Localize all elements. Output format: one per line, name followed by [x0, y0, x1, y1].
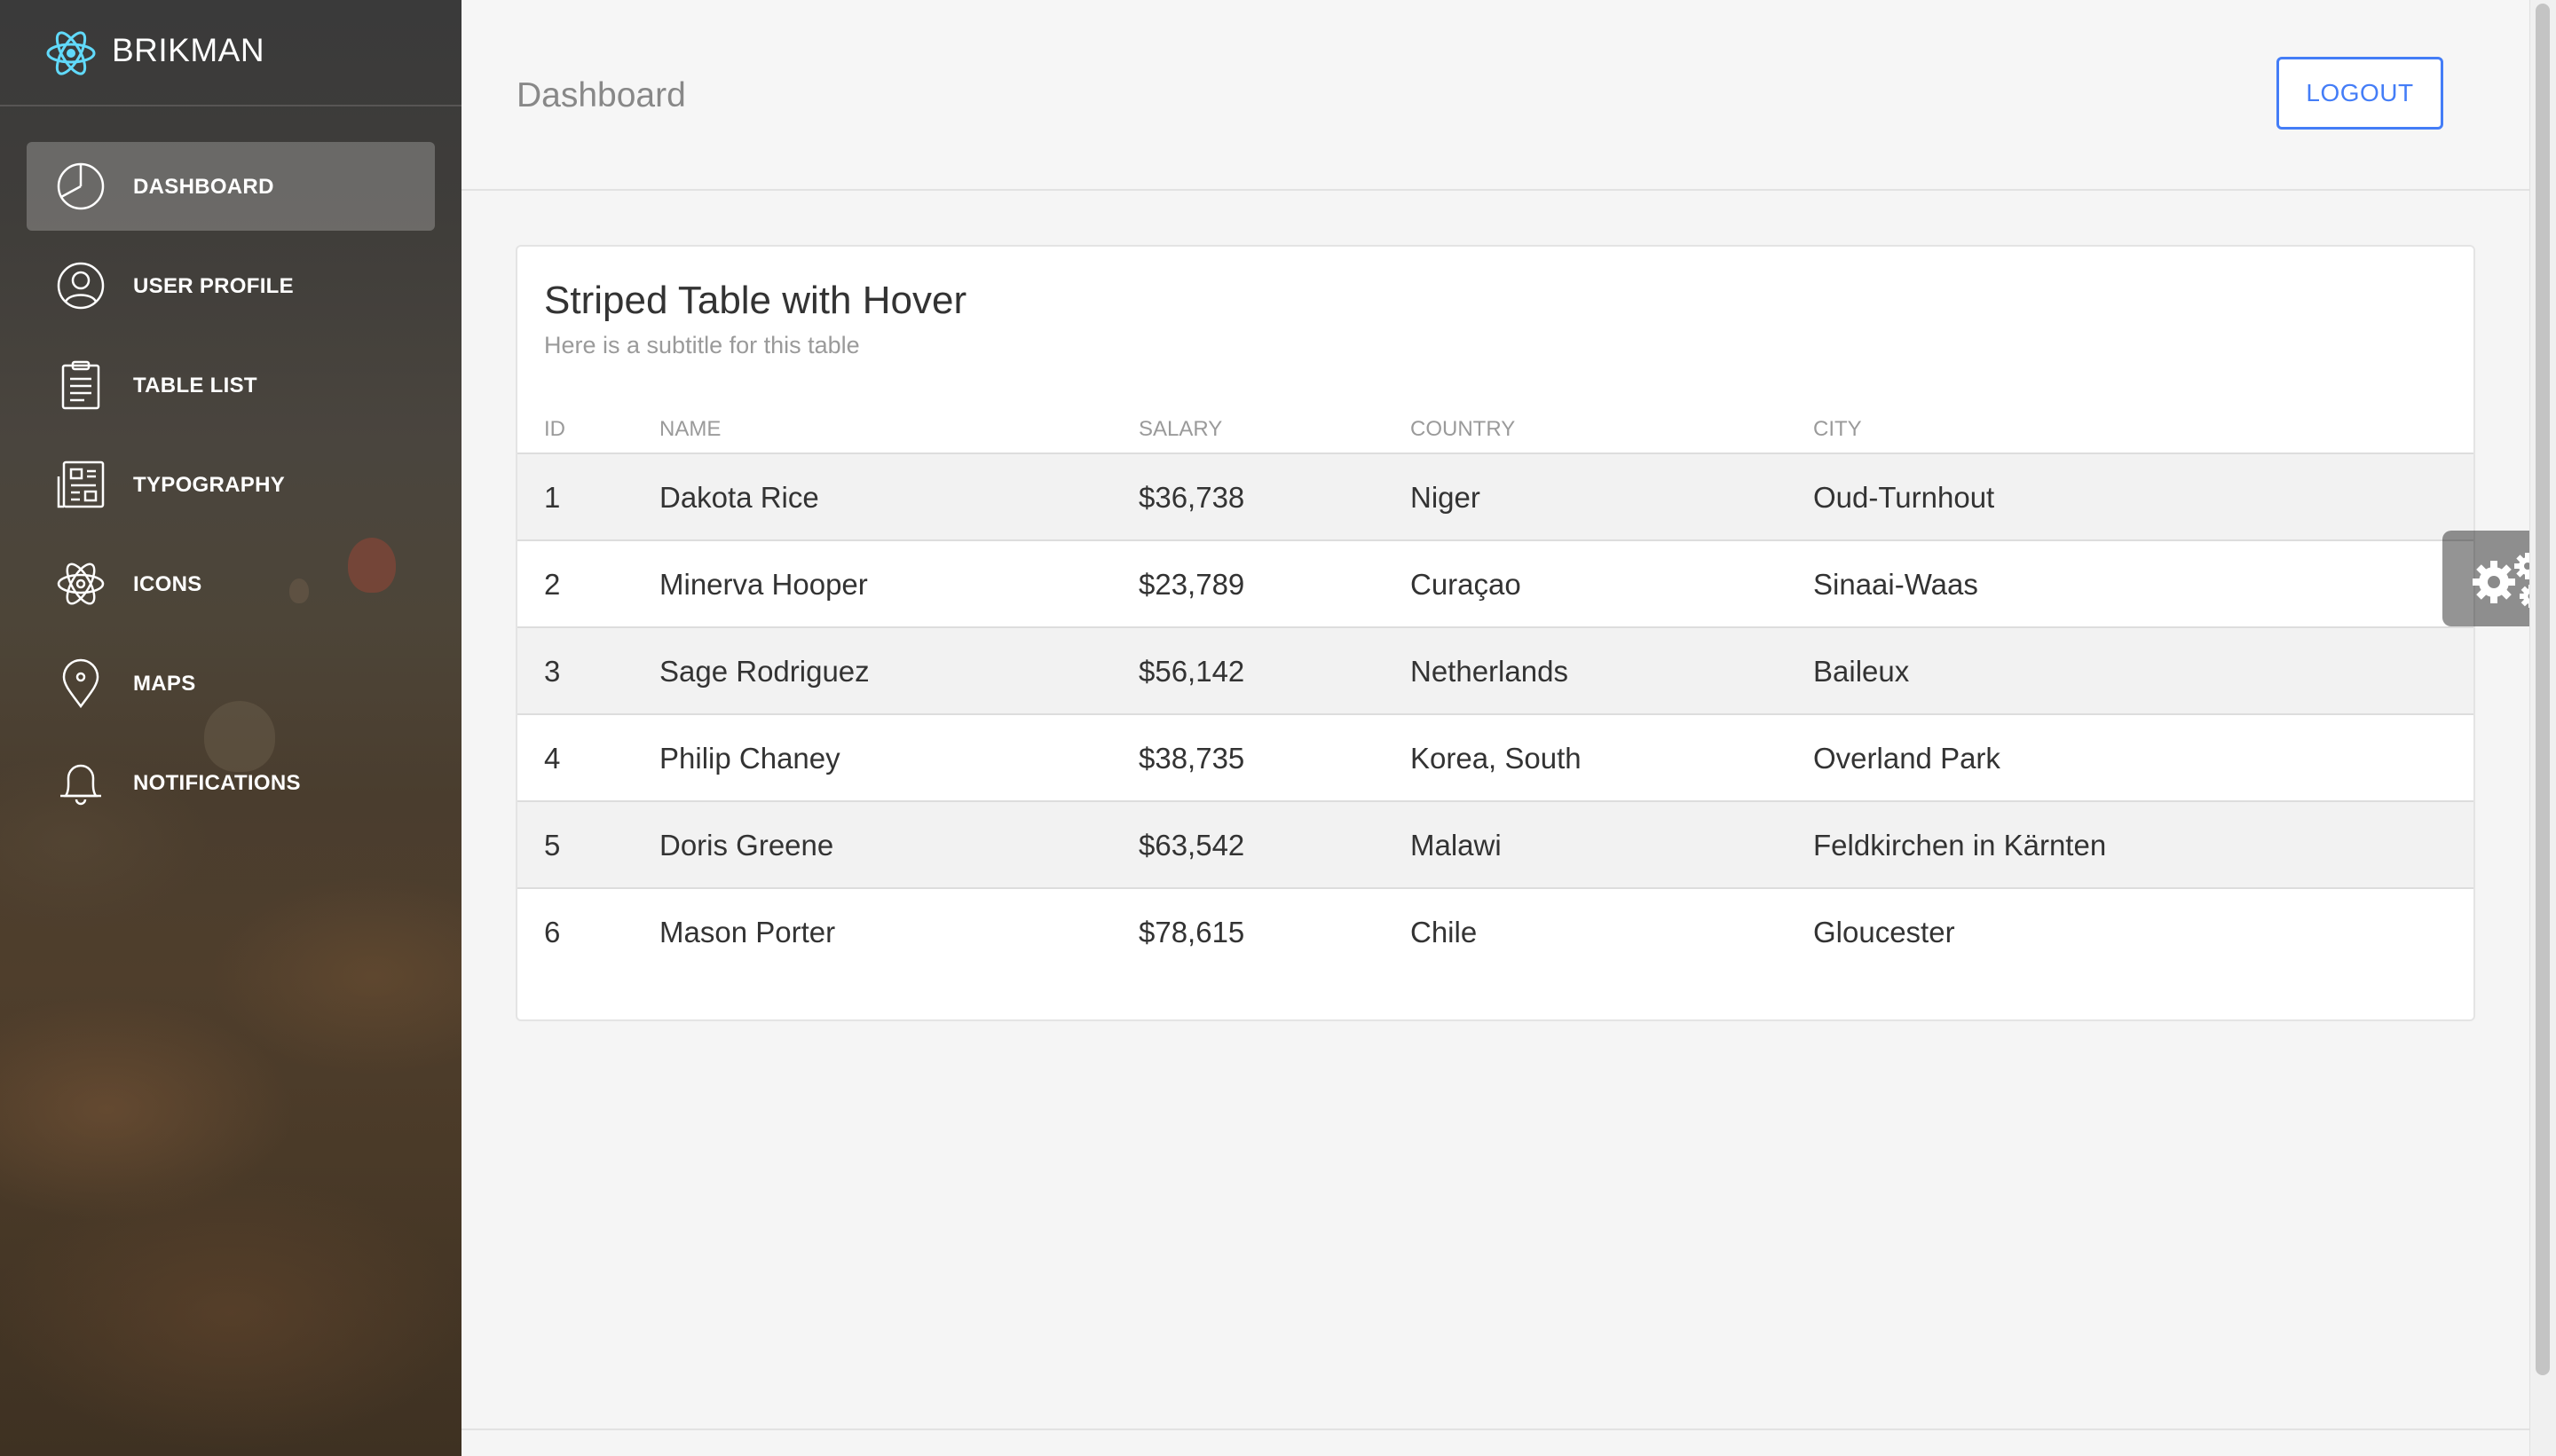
column-header-country: COUNTRY [1410, 417, 1516, 441]
react-atom-icon [46, 31, 96, 75]
sidebar-item-label: TABLE LIST [133, 374, 257, 397]
cell-city: Feldkirchen in Kärnten [1813, 829, 2107, 862]
cell-name: Minerva Hooper [659, 568, 868, 601]
table-header: ID NAME SALARY COUNTRY CITY [517, 406, 2473, 454]
cell-id: 2 [544, 568, 561, 601]
cell-id: 5 [544, 829, 561, 862]
footer-divider [462, 1428, 2529, 1430]
top-navbar: Dashboard LOGOUT [462, 0, 2529, 191]
cell-salary: $56,142 [1139, 655, 1245, 688]
sidebar-item-dashboard[interactable]: DASHBOARD [27, 142, 435, 231]
table-row[interactable]: 5 Doris Greene $63,542 Malawi Feldkirche… [517, 802, 2473, 889]
cell-name: Dakota Rice [659, 481, 819, 514]
striped-table-card: Striped Table with Hover Here is a subti… [516, 245, 2475, 1021]
sidebar-item-label: USER PROFILE [133, 274, 294, 298]
sidebar-item-table-list[interactable]: TABLE LIST [27, 341, 435, 429]
sidebar-item-label: ICONS [133, 572, 202, 596]
cell-country: Niger [1410, 481, 1480, 514]
cell-country: Korea, South [1410, 742, 1582, 775]
cell-name: Doris Greene [659, 829, 834, 862]
cell-country: Curaçao [1410, 568, 1521, 601]
table-row[interactable]: 2 Minerva Hooper $23,789 Curaçao Sinaai-… [517, 541, 2473, 628]
scrollbar-thumb[interactable] [2536, 4, 2550, 1375]
cell-id: 1 [544, 481, 561, 514]
cell-name: Mason Porter [659, 916, 836, 948]
column-header-salary: SALARY [1139, 417, 1223, 441]
cell-country: Chile [1410, 916, 1478, 948]
brand-logo[interactable]: BRIKMAN [0, 0, 462, 106]
cell-city: Sinaai-Waas [1813, 568, 1978, 601]
column-header-name: NAME [659, 417, 722, 441]
cell-name: Philip Chaney [659, 742, 840, 775]
sidebar-item-user-profile[interactable]: USER PROFILE [27, 241, 435, 330]
bell-icon [60, 764, 101, 806]
page-title[interactable]: Dashboard [517, 76, 686, 115]
news-layout-icon [57, 460, 105, 508]
cell-city: Oud-Turnhout [1813, 481, 1995, 514]
brand-name: BRIKMAN [112, 32, 265, 68]
column-header-id: ID [544, 417, 565, 441]
cell-salary: $38,735 [1139, 742, 1245, 775]
cell-country: Netherlands [1410, 655, 1568, 688]
table-row[interactable]: 3 Sage Rodriguez $56,142 Netherlands Bai… [517, 628, 2473, 715]
cell-salary: $36,738 [1139, 481, 1245, 514]
cell-city: Overland Park [1813, 742, 2000, 775]
cell-city: Gloucester [1813, 916, 1955, 948]
sidebar-item-maps[interactable]: MAPS [27, 639, 435, 728]
sidebar-item-label: NOTIFICATIONS [133, 771, 301, 795]
sidebar-item-notifications[interactable]: NOTIFICATIONS [27, 738, 435, 827]
cell-name: Sage Rodriguez [659, 655, 870, 688]
clipboard-list-icon [61, 360, 100, 410]
user-circle-icon [57, 262, 105, 310]
cell-id: 4 [544, 742, 561, 775]
sidebar-item-typography[interactable]: TYPOGRAPHY [27, 440, 435, 529]
pie-chart-icon [57, 162, 105, 210]
map-pin-icon [62, 658, 99, 709]
sidebar-item-label: TYPOGRAPHY [133, 473, 286, 497]
card-title: Striped Table with Hover [544, 279, 967, 322]
cell-salary: $63,542 [1139, 829, 1245, 862]
card-subtitle: Here is a subtitle for this table [544, 332, 860, 358]
table-row[interactable]: 1 Dakota Rice $36,738 Niger Oud-Turnhout [517, 454, 2473, 541]
cell-id: 6 [544, 916, 561, 948]
cell-country: Malawi [1410, 829, 1502, 862]
cell-salary: $23,789 [1139, 568, 1245, 601]
sidebar-item-icons[interactable]: ICONS [27, 539, 435, 628]
atom-icon [57, 563, 105, 605]
sidebar-item-label: MAPS [133, 672, 196, 696]
table-row[interactable]: 4 Philip Chaney $38,735 Korea, South Ove… [517, 715, 2473, 802]
logout-button[interactable]: LOGOUT [2276, 57, 2443, 130]
sidebar-item-label: DASHBOARD [133, 175, 274, 199]
cell-city: Baileux [1813, 655, 1910, 688]
column-header-city: CITY [1813, 417, 1862, 441]
table-row[interactable]: 6 Mason Porter $78,615 Chile Gloucester [517, 889, 2473, 974]
sidebar: BRIKMAN DASHBOARD USER PROFILE TABLE LIS… [0, 0, 462, 1456]
cell-id: 3 [544, 655, 561, 688]
cell-salary: $78,615 [1139, 916, 1245, 948]
